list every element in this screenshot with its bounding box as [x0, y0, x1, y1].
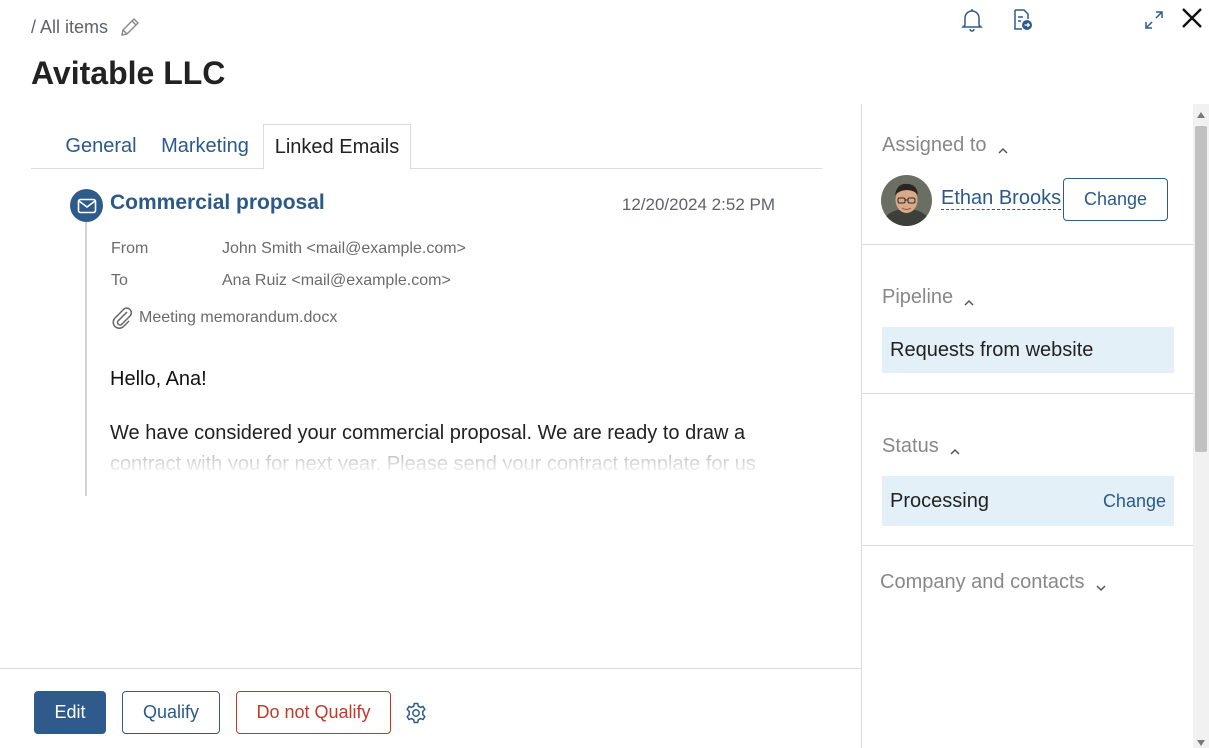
tab-linked-emails[interactable]: Linked Emails	[263, 124, 411, 170]
pipeline-header-label: Pipeline	[882, 286, 954, 308]
company-section-header[interactable]: Company and contacts	[880, 571, 1107, 594]
company-header-label: Company and contacts	[880, 571, 1085, 593]
email-thread: Commercial proposal 12/20/2024 2:52 PM F…	[0, 170, 860, 500]
tab-bar: General Marketing Linked Emails	[31, 124, 822, 170]
divider	[862, 545, 1193, 546]
email-subject[interactable]: Commercial proposal	[110, 191, 325, 215]
change-assignee-button[interactable]: Change	[1063, 178, 1168, 221]
chevron-up-icon	[997, 140, 1009, 154]
status-section-header[interactable]: Status	[882, 435, 961, 458]
from-label: From	[111, 240, 149, 257]
from-value: John Smith <mail@example.com>	[222, 240, 466, 257]
gear-icon[interactable]	[404, 701, 428, 725]
chevron-down-icon	[1095, 577, 1107, 591]
status-field: Processing Change	[882, 476, 1174, 526]
change-status-link[interactable]: Change	[1103, 491, 1166, 512]
divider	[862, 244, 1193, 245]
close-icon[interactable]	[1179, 4, 1205, 32]
chevron-up-icon	[949, 441, 961, 455]
pipeline-section-header[interactable]: Pipeline	[882, 286, 975, 309]
status-header-label: Status	[882, 435, 939, 457]
bell-icon[interactable]	[959, 6, 985, 34]
avatar	[881, 175, 932, 226]
to-label: To	[111, 272, 128, 289]
scroll-up-arrow-icon[interactable]	[1197, 112, 1205, 118]
tab-marketing[interactable]: Marketing	[155, 124, 255, 169]
expand-icon[interactable]	[1141, 6, 1167, 34]
action-bar: Edit Qualify Do not Qualify	[0, 668, 862, 748]
envelope-icon	[70, 189, 103, 222]
sidebar-scrollbar[interactable]	[1193, 104, 1209, 748]
page-title: Avitable LLC	[31, 55, 226, 91]
edit-button[interactable]: Edit	[34, 691, 106, 734]
pipeline-value: Requests from website	[890, 338, 1094, 361]
to-value: Ana Ruiz <mail@example.com>	[222, 272, 451, 289]
email-greeting: Hello, Ana!	[110, 368, 207, 390]
scroll-thumb[interactable]	[1195, 126, 1207, 452]
attachment-name: Meeting memorandum.docx	[139, 309, 338, 326]
details-sidebar: Assigned to Ethan Brooks Change Pipeline…	[861, 104, 1193, 748]
document-export-icon[interactable]	[1009, 6, 1035, 34]
qualify-button[interactable]: Qualify	[122, 691, 220, 734]
breadcrumb: / All items	[31, 15, 142, 39]
scroll-down-arrow-icon[interactable]	[1197, 740, 1205, 746]
assigned-header-label: Assigned to	[882, 134, 987, 156]
pencil-icon[interactable]	[118, 15, 142, 39]
chevron-up-icon	[963, 292, 975, 306]
pipeline-field[interactable]: Requests from website	[882, 327, 1174, 373]
assigned-section-header[interactable]: Assigned to	[882, 134, 1009, 157]
do-not-qualify-button[interactable]: Do not Qualify	[236, 691, 391, 734]
status-value: Processing	[890, 489, 989, 512]
breadcrumb-link[interactable]: / All items	[31, 17, 108, 38]
assignee-name[interactable]: Ethan Brooks	[941, 187, 1062, 210]
tab-general[interactable]: General	[51, 124, 151, 169]
email-body: We have considered your commercial propo…	[110, 418, 790, 470]
timeline-line	[85, 214, 87, 496]
divider	[862, 393, 1193, 394]
attachment-link[interactable]: Meeting memorandum.docx	[111, 306, 337, 330]
paperclip-icon	[112, 307, 133, 329]
email-date: 12/20/2024 2:52 PM	[621, 195, 775, 214]
